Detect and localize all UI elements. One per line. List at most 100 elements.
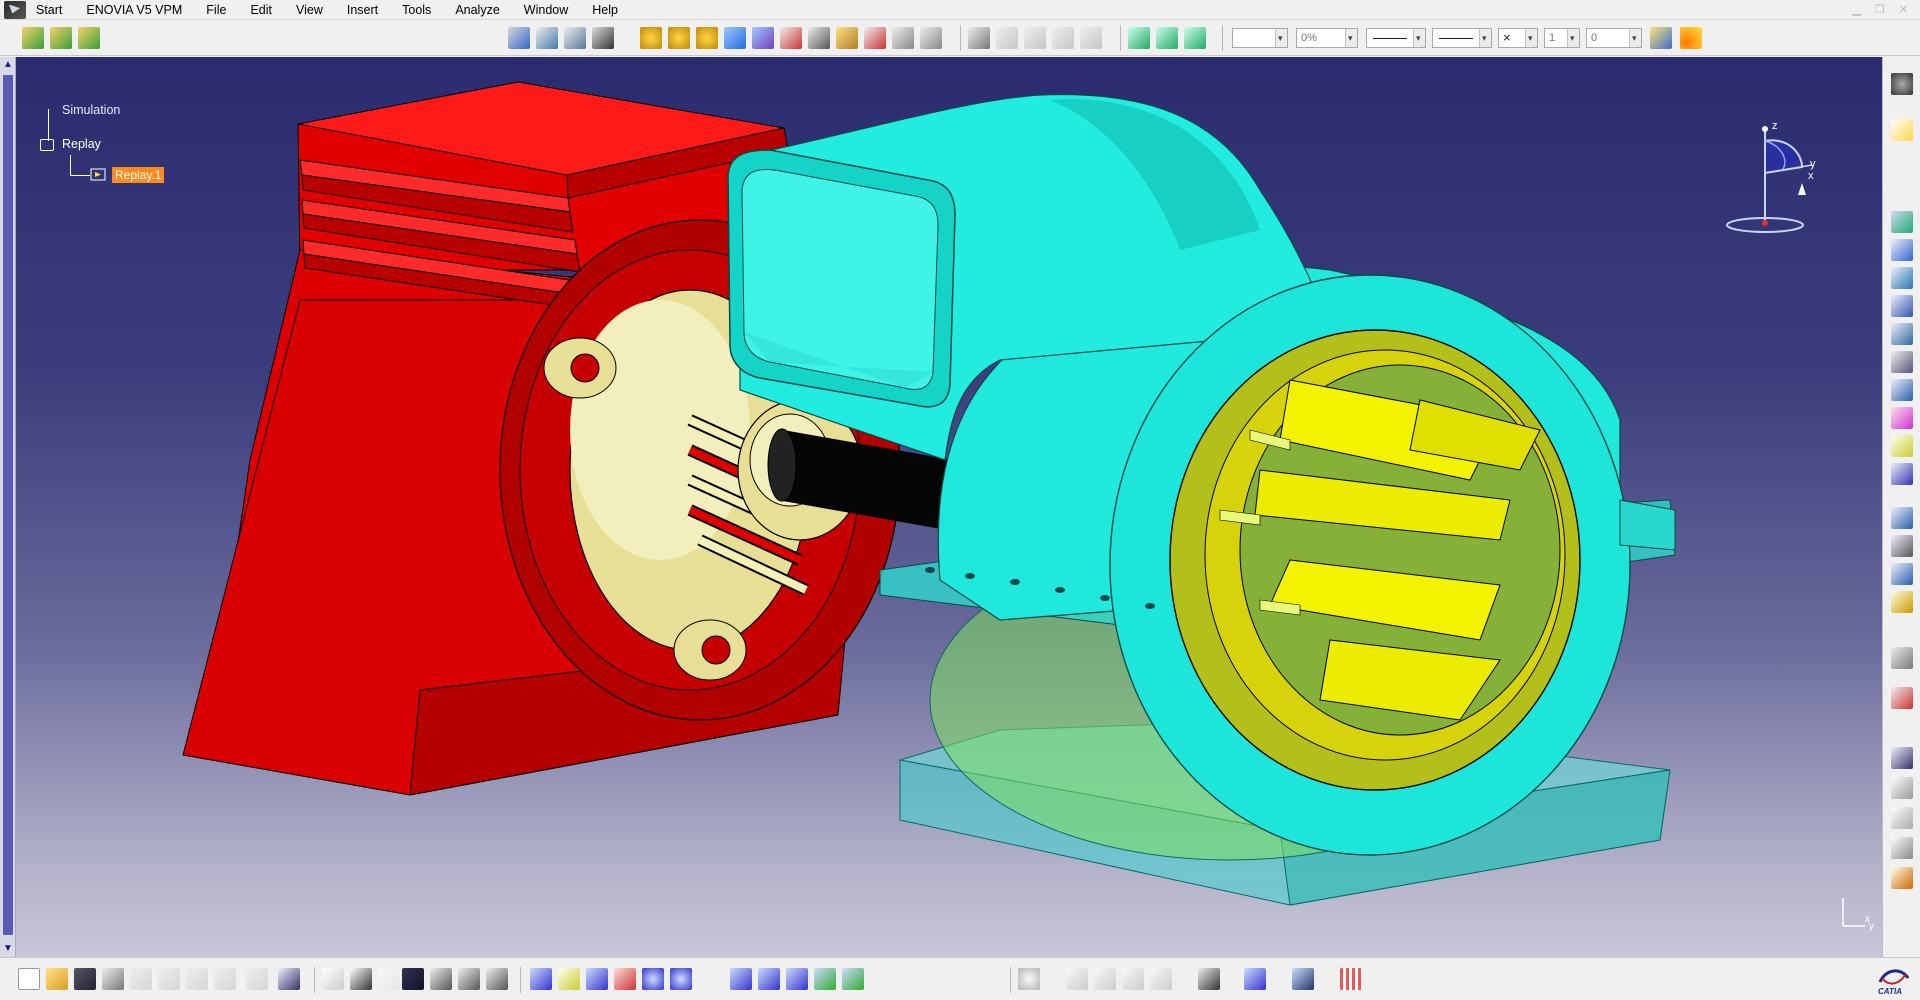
weld-icon[interactable]: [1891, 647, 1913, 669]
replace-icon[interactable]: [78, 27, 100, 49]
menu-view[interactable]: View: [284, 0, 335, 20]
transparency-combo[interactable]: 0%: [1296, 28, 1358, 48]
tree-icon[interactable]: [430, 968, 452, 990]
snap-icon[interactable]: [1156, 27, 1178, 49]
fit-all-icon[interactable]: [558, 968, 580, 990]
sequence-icon[interactable]: [668, 27, 690, 49]
measure-item-icon[interactable]: [1094, 968, 1116, 990]
insert-product-icon[interactable]: [50, 27, 72, 49]
rotate-icon[interactable]: [614, 968, 636, 990]
clash-icon[interactable]: [508, 27, 530, 49]
eraser-icon[interactable]: [1292, 968, 1314, 990]
knowledge-icon[interactable]: [350, 968, 372, 990]
catalog-icon[interactable]: [864, 27, 886, 49]
formula-icon[interactable]: [322, 968, 344, 990]
scroll-down-icon[interactable]: ▼: [2, 943, 14, 955]
compile-icon[interactable]: [724, 27, 746, 49]
menu-window[interactable]: Window: [512, 0, 580, 20]
measure-icon[interactable]: [836, 27, 858, 49]
minimize-icon[interactable]: ▁: [1852, 3, 1860, 16]
menu-start[interactable]: Start: [26, 0, 74, 20]
properties-icon[interactable]: [1150, 968, 1172, 990]
movie-icon[interactable]: [752, 27, 774, 49]
explode-icon[interactable]: [1128, 27, 1150, 49]
cut-plane-icon[interactable]: [1891, 837, 1913, 859]
3d-text-icon[interactable]: [1891, 591, 1913, 613]
open-file-icon[interactable]: [46, 968, 68, 990]
existing-icon[interactable]: [1052, 27, 1074, 49]
save-icon[interactable]: [74, 968, 96, 990]
paste-icon[interactable]: [186, 968, 208, 990]
scrollbar-thumb[interactable]: [3, 75, 13, 935]
video-icon[interactable]: [1891, 507, 1913, 529]
swept-volume-icon[interactable]: [1891, 407, 1913, 429]
sequence-tool-icon[interactable]: [1891, 295, 1913, 317]
hide-show-icon[interactable]: [814, 968, 836, 990]
tree-node-simulation[interactable]: Simulation: [62, 103, 120, 117]
cut-icon[interactable]: [130, 968, 152, 990]
smooth-icon[interactable]: [1891, 463, 1913, 485]
band-analysis-icon[interactable]: [1891, 379, 1913, 401]
layer-combo[interactable]: 1: [1544, 28, 1580, 48]
compass-tool-icon[interactable]: [1891, 73, 1913, 95]
normal-view-icon[interactable]: [730, 968, 752, 990]
shading-icon[interactable]: [786, 968, 808, 990]
track-tool-icon[interactable]: [1891, 267, 1913, 289]
menu-analyze[interactable]: Analyze: [443, 0, 511, 20]
reframe-icon[interactable]: [1244, 968, 1266, 990]
menu-tools[interactable]: Tools: [390, 0, 443, 20]
3d-model-scene[interactable]: [0, 57, 1882, 957]
view-icon[interactable]: [1891, 747, 1913, 769]
graph-icon[interactable]: [486, 968, 508, 990]
refresh-icon[interactable]: [1018, 968, 1040, 990]
shuttle-icon[interactable]: [1891, 239, 1913, 261]
linetype-combo[interactable]: [1366, 28, 1426, 48]
measure-tool-icon[interactable]: [1891, 867, 1913, 889]
manipulate-icon[interactable]: [1184, 27, 1206, 49]
table-icon[interactable]: [402, 968, 424, 990]
scroll-up-icon[interactable]: ▲: [2, 59, 14, 71]
layer-number-combo[interactable]: 0: [1586, 28, 1642, 48]
swap-visible-icon[interactable]: [842, 968, 864, 990]
zoom-out-icon[interactable]: [670, 968, 692, 990]
part-icon[interactable]: [996, 27, 1018, 49]
interference-icon[interactable]: [1891, 323, 1913, 345]
redo-icon[interactable]: [246, 968, 268, 990]
copy-icon[interactable]: [158, 968, 180, 990]
tree-scrollbar[interactable]: ▲ ▼: [0, 57, 16, 957]
fly-icon[interactable]: [530, 968, 552, 990]
menu-insert[interactable]: Insert: [335, 0, 390, 20]
constraint-icon[interactable]: [1080, 27, 1102, 49]
menu-enovia[interactable]: ENOVIA V5 VPM: [74, 0, 194, 20]
lock-icon[interactable]: [458, 968, 480, 990]
track-icon[interactable]: [640, 27, 662, 49]
point-symbol-combo[interactable]: ×: [1498, 28, 1538, 48]
menu-file[interactable]: File: [194, 0, 238, 20]
annotation-icon[interactable]: [1891, 535, 1913, 557]
open-product-icon[interactable]: [22, 27, 44, 49]
measure-between-icon[interactable]: [1066, 968, 1088, 990]
camera-icon[interactable]: [1198, 968, 1220, 990]
iso-view-icon[interactable]: [758, 968, 780, 990]
distance-icon[interactable]: [564, 27, 586, 49]
grid-icon[interactable]: [1340, 968, 1362, 990]
component-icon[interactable]: [1024, 27, 1046, 49]
player-icon[interactable]: [808, 27, 830, 49]
whats-this-icon[interactable]: [278, 968, 300, 990]
layer-icon[interactable]: [892, 27, 914, 49]
select-icon[interactable]: [1891, 119, 1913, 141]
3d-viewport[interactable]: Simulation Replay Replay.1 z y x: [0, 57, 1882, 957]
paint-brush-icon[interactable]: [1650, 27, 1672, 49]
lineweight-combo[interactable]: [1432, 28, 1492, 48]
zoom-in-icon[interactable]: [642, 968, 664, 990]
magic-wand-icon[interactable]: [1680, 27, 1702, 49]
group-icon[interactable]: [1891, 211, 1913, 233]
text-icon[interactable]: [1891, 563, 1913, 585]
color-combo[interactable]: [1232, 28, 1288, 48]
tree-node-replay-1-selected[interactable]: Replay.1: [112, 167, 165, 183]
flag-icon[interactable]: [1891, 687, 1913, 709]
paint-icon[interactable]: [920, 27, 942, 49]
compass-icon[interactable]: z y x: [1720, 117, 1820, 237]
edit-icon[interactable]: [780, 27, 802, 49]
pan-icon[interactable]: [586, 968, 608, 990]
